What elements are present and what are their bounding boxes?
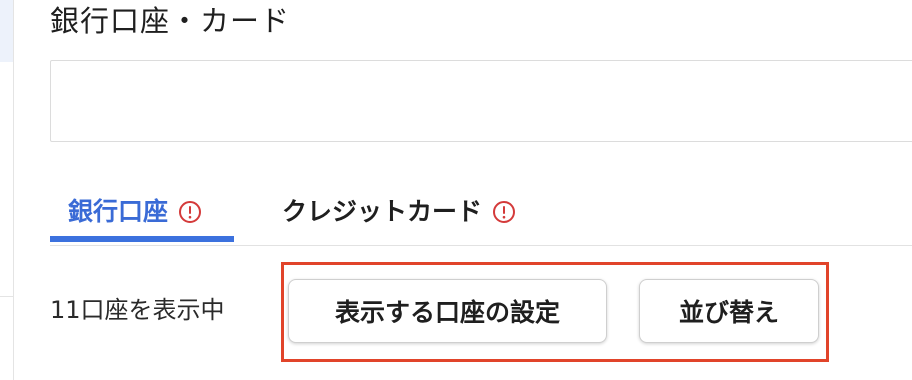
tab-credit-cards-label: クレジットカード bbox=[282, 197, 483, 226]
alert-circle-icon bbox=[493, 201, 516, 223]
account-count-text: 11口座を表示中 bbox=[50, 296, 225, 324]
tab-credit-cards[interactable]: クレジットカード bbox=[282, 180, 552, 244]
page: 銀行口座・カード 銀行口座 クレジットカード 11口座を表示中 表示する口座の設… bbox=[0, 0, 912, 380]
sidebar-divider bbox=[0, 296, 13, 297]
active-tab-indicator bbox=[50, 236, 234, 242]
left-sidebar-edge bbox=[0, 0, 14, 380]
tab-bank-accounts-label: 銀行口座 bbox=[68, 197, 169, 226]
tab-bank-accounts[interactable]: 銀行口座 bbox=[50, 180, 234, 244]
sidebar-active-item-edge[interactable] bbox=[0, 0, 13, 62]
sort-button[interactable]: 並び替え bbox=[639, 279, 819, 343]
account-type-tabs: 銀行口座 クレジットカード bbox=[50, 180, 912, 246]
section-title: 銀行口座・カード bbox=[50, 4, 291, 38]
accounts-summary-panel bbox=[50, 60, 912, 142]
display-accounts-settings-button[interactable]: 表示する口座の設定 bbox=[288, 279, 607, 343]
alert-circle-icon bbox=[179, 201, 202, 223]
